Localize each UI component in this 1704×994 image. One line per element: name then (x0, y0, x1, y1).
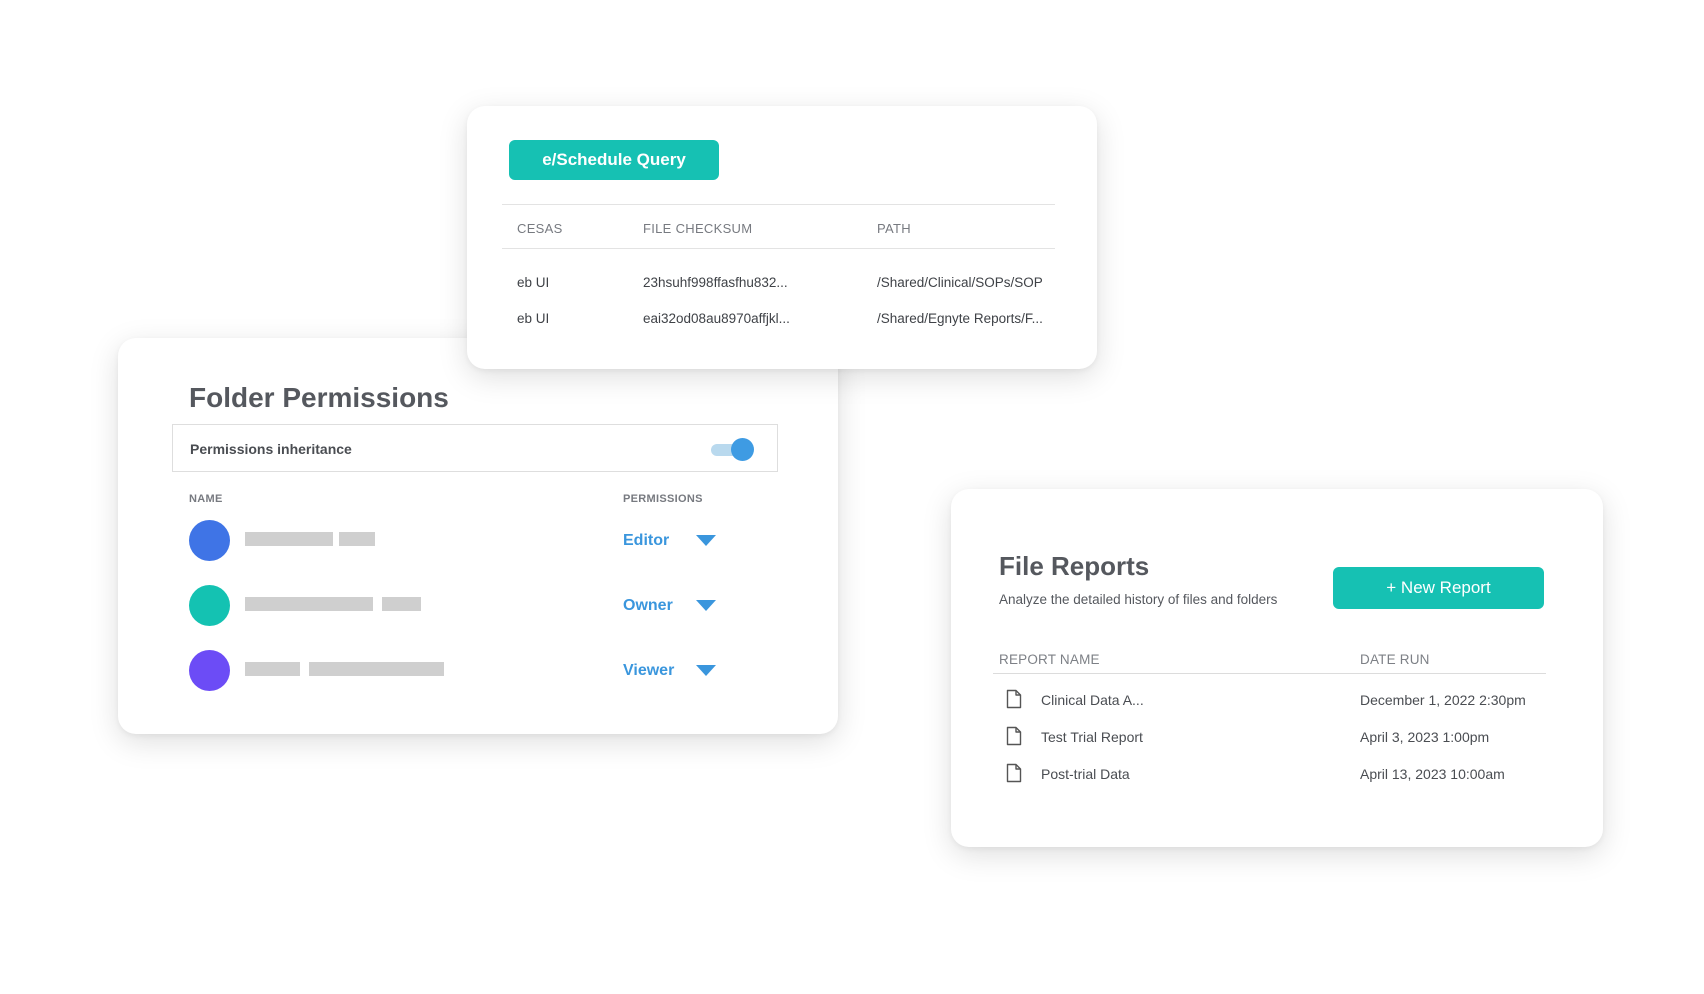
caret-down-icon (696, 535, 716, 546)
permissions-inheritance-label: Permissions inheritance (190, 441, 352, 457)
column-header-cesas: CESAS (517, 221, 563, 236)
column-header-permissions: PERMISSIONS (623, 493, 703, 505)
report-date: April 3, 2023 1:00pm (1360, 729, 1490, 745)
user-row: Owner (189, 585, 749, 627)
caret-down-icon (696, 600, 716, 611)
row-1-checksum: 23hsuhf998ffasfhu832... (643, 275, 788, 290)
permission-dropdown[interactable]: Editor (623, 530, 723, 554)
column-header-report-name: REPORT NAME (999, 652, 1100, 667)
name-placeholder (245, 662, 300, 676)
report-name[interactable]: Test Trial Report (1041, 729, 1143, 745)
report-row[interactable]: Post-trial Data April 13, 2023 10:00am (1006, 763, 1546, 789)
row-1-cesas: eb UI (517, 275, 550, 290)
row-2-checksum: eai32od08au8970affjkl... (643, 311, 790, 326)
column-header-date-run: DATE RUN (1360, 652, 1430, 667)
folder-permissions-title: Folder Permissions (189, 382, 449, 413)
permissions-inheritance-toggle[interactable] (711, 437, 755, 461)
schedule-query-card: e/Schedule Query CESAS FILE CHECKSUM PAT… (467, 106, 1097, 369)
new-report-button[interactable]: + New Report (1333, 567, 1544, 609)
table-divider (993, 673, 1546, 674)
column-header-name: NAME (189, 493, 223, 505)
caret-down-icon (696, 665, 716, 676)
row-2-cesas: eb UI (517, 311, 550, 326)
permission-dropdown[interactable]: Owner (623, 595, 723, 619)
toggle-knob (731, 438, 754, 461)
report-name[interactable]: Clinical Data A... (1041, 692, 1144, 708)
table-divider (502, 204, 1055, 205)
row-1-path[interactable]: /Shared/Clinical/SOPs/SOP (877, 275, 1043, 290)
report-row[interactable]: Clinical Data A... December 1, 2022 2:30… (1006, 689, 1546, 715)
report-row[interactable]: Test Trial Report April 3, 2023 1:00pm (1006, 726, 1546, 752)
avatar (189, 520, 230, 561)
name-placeholder (382, 597, 421, 611)
column-header-file-checksum: FILE CHECKSUM (643, 221, 753, 236)
avatar (189, 585, 230, 626)
permission-dropdown[interactable]: Viewer (623, 660, 723, 684)
table-divider (502, 248, 1055, 249)
name-placeholder (339, 532, 375, 546)
permissions-inheritance-row: Permissions inheritance (172, 424, 778, 472)
report-date: December 1, 2022 2:30pm (1360, 692, 1526, 708)
permission-label: Owner (623, 597, 673, 614)
name-placeholder (245, 597, 373, 611)
folder-permissions-card: Folder Permissions Permissions inheritan… (118, 338, 838, 734)
document-icon (1006, 763, 1022, 783)
file-reports-card: File Reports Analyze the detailed histor… (951, 489, 1603, 847)
column-header-path: PATH (877, 221, 911, 236)
report-date: April 13, 2023 10:00am (1360, 766, 1505, 782)
file-reports-subtitle: Analyze the detailed history of files an… (999, 592, 1278, 607)
user-row: Viewer (189, 650, 749, 692)
permission-label: Editor (623, 532, 670, 549)
name-placeholder (245, 532, 333, 546)
schedule-query-button[interactable]: e/Schedule Query (509, 140, 719, 180)
user-row: Editor (189, 520, 749, 562)
file-reports-title: File Reports (999, 551, 1150, 581)
report-name[interactable]: Post-trial Data (1041, 766, 1130, 782)
avatar (189, 650, 230, 691)
row-2-path[interactable]: /Shared/Egnyte Reports/F... (877, 311, 1043, 326)
name-placeholder (309, 662, 444, 676)
document-icon (1006, 689, 1022, 709)
document-icon (1006, 726, 1022, 746)
permission-label: Viewer (623, 662, 675, 679)
